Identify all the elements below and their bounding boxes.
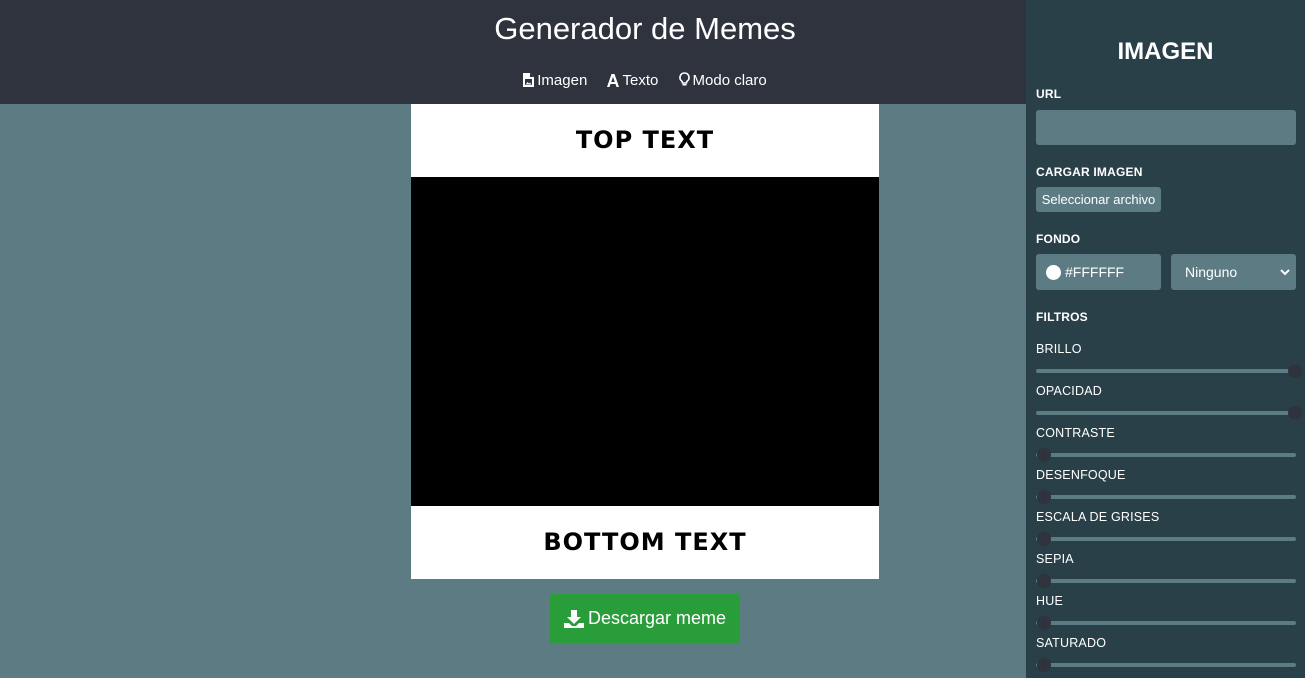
filters-label: FILTROS (1036, 310, 1088, 324)
filter-contraste-slider[interactable] (1036, 448, 1296, 462)
background-color-value: #FFFFFF (1065, 264, 1125, 280)
chevron-down-icon (1280, 268, 1290, 275)
download-icon (563, 609, 584, 628)
color-swatch (1046, 264, 1061, 280)
filter-desenfoque-slider[interactable] (1036, 490, 1296, 504)
url-input[interactable] (1036, 110, 1296, 145)
image-panel: IMAGEN URL CARGAR IMAGEN Seleccionar arc… (1026, 0, 1305, 678)
download-label: Descargar meme (587, 608, 727, 628)
filter-saturado-label: SATURADO (1036, 636, 1107, 650)
filter-opacidad-label: OPACIDAD (1036, 384, 1102, 398)
filter-sepia-slider[interactable] (1036, 574, 1296, 588)
nav-imagen-label: Imagen (537, 72, 588, 89)
nav-imagen-button[interactable]: Imagen (523, 72, 587, 89)
font-icon (607, 74, 620, 87)
filter-brillo-slider[interactable] (1036, 364, 1302, 378)
filter-saturado-slider[interactable] (1036, 658, 1296, 672)
nav-texto-label: Texto (622, 72, 659, 89)
background-label: FONDO (1036, 232, 1081, 246)
meme-bottom-text: BOTTOM TEXT (543, 528, 747, 556)
filter-escala-grises-slider[interactable] (1036, 532, 1296, 546)
select-file-button[interactable]: Seleccionar archivo (1036, 187, 1161, 212)
nav-modo-claro-button[interactable]: Modo claro (678, 72, 767, 89)
meme-image (411, 177, 879, 506)
filter-desenfoque-label: DESENFOQUE (1036, 468, 1126, 482)
meme-top-text: TOP TEXT (575, 126, 715, 154)
filter-opacidad-slider[interactable] (1036, 406, 1302, 420)
nav-texto-button[interactable]: Texto (607, 72, 658, 89)
filter-contraste-label: CONTRASTE (1036, 426, 1115, 440)
upload-label: CARGAR IMAGEN (1036, 165, 1143, 179)
blend-mode-value: Ninguno (1185, 264, 1238, 280)
filter-escala-grises-label: ESCALA DE GRISES (1036, 510, 1160, 524)
panel-title: IMAGEN (1117, 38, 1214, 65)
filter-brillo-label: BRILLO (1036, 342, 1082, 356)
nav-modo-claro-label: Modo claro (692, 72, 767, 89)
blend-mode-select[interactable]: Ninguno (1171, 254, 1296, 290)
meme-canvas: TOP TEXT BOTTOM TEXT (411, 104, 879, 579)
filter-hue-slider[interactable] (1036, 616, 1296, 630)
filter-sepia-label: SEPIA (1036, 552, 1074, 566)
lightbulb-icon (678, 72, 690, 86)
download-meme-button[interactable]: Descargar meme (550, 594, 740, 643)
filter-hue-label: HUE (1036, 594, 1063, 608)
app-header: Generador de Memes Imagen Texto Modo cla… (0, 0, 1026, 104)
url-label: URL (1036, 87, 1062, 101)
file-image-icon (523, 73, 535, 87)
background-color-picker[interactable]: #FFFFFF (1036, 254, 1161, 290)
